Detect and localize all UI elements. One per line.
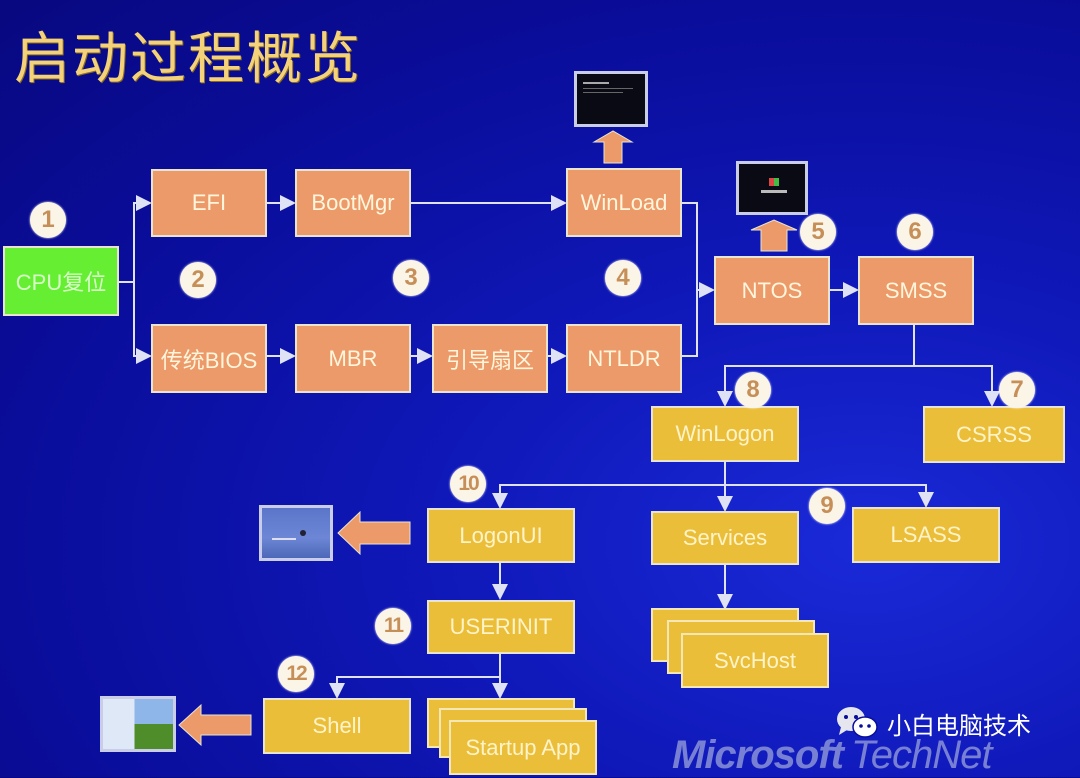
node-smss: SMSS: [858, 256, 974, 325]
edge-winlogon-logonui: [492, 484, 725, 509]
node-bootmgr: BootMgr: [295, 169, 411, 237]
node-boot-sector: 引导扇区: [432, 324, 548, 393]
node-svchost: SvcHost: [681, 633, 829, 688]
wechat-account-name: 小白电脑技术: [887, 711, 1031, 740]
edge-cpu-bios: [133, 282, 152, 364]
edge-userinit-shell: [329, 653, 501, 699]
edge-smss-csrss: [914, 365, 1000, 407]
node-logonui: LogonUI: [427, 508, 575, 563]
node-csrss: CSRSS: [923, 406, 1065, 463]
edge-winload-ntos: [681, 202, 715, 298]
node-ntos: NTOS: [714, 256, 830, 325]
step-badge-8: 8: [735, 372, 771, 408]
edge-ntldr-ntos: [681, 290, 698, 357]
step-badge-2: 2: [180, 262, 216, 298]
step-badge-9: 9: [809, 488, 845, 524]
windows-splash-screen-image: [736, 161, 808, 215]
step-badge-7: 7: [999, 372, 1035, 408]
desktop-screen-image: [100, 696, 176, 752]
left-arrow-icon: [337, 510, 411, 556]
node-shell: Shell: [263, 698, 411, 754]
node-mbr: MBR: [295, 324, 411, 393]
node-winload: WinLoad: [566, 168, 682, 237]
up-arrow-icon: [750, 219, 798, 252]
step-badge-10: 10: [450, 466, 486, 502]
step-badge-12: 12: [278, 656, 314, 692]
wechat-icon: [837, 707, 878, 738]
node-startup-app-stack: Startup App: [427, 698, 597, 777]
node-svchost-stack: SvcHost: [651, 608, 831, 690]
up-arrow-icon: [592, 130, 634, 164]
node-legacy-bios: 传统BIOS: [151, 324, 267, 393]
node-services: Services: [651, 511, 799, 565]
node-ntldr: NTLDR: [566, 324, 682, 393]
edge-cpu-efi: [118, 195, 152, 283]
node-winlogon: WinLogon: [651, 406, 799, 462]
step-badge-1: 1: [30, 202, 66, 238]
node-efi: EFI: [151, 169, 267, 237]
node-startup-app: Startup App: [449, 720, 597, 775]
node-lsass: LSASS: [852, 507, 1000, 563]
step-badge-3: 3: [393, 260, 429, 296]
wechat-account-label: 小白电脑技术: [835, 705, 1031, 741]
left-arrow-icon: [178, 703, 252, 747]
step-badge-5: 5: [800, 214, 836, 250]
step-badge-11: 11: [375, 608, 411, 644]
logon-screen-image: [259, 505, 333, 561]
step-badge-6: 6: [897, 214, 933, 250]
step-badge-4: 4: [605, 260, 641, 296]
node-userinit: USERINIT: [427, 600, 575, 654]
boot-text-screen-image: [574, 71, 648, 127]
watermark-brand: Microsoft: [672, 733, 844, 777]
node-cpu-reset: CPU复位: [3, 246, 119, 316]
